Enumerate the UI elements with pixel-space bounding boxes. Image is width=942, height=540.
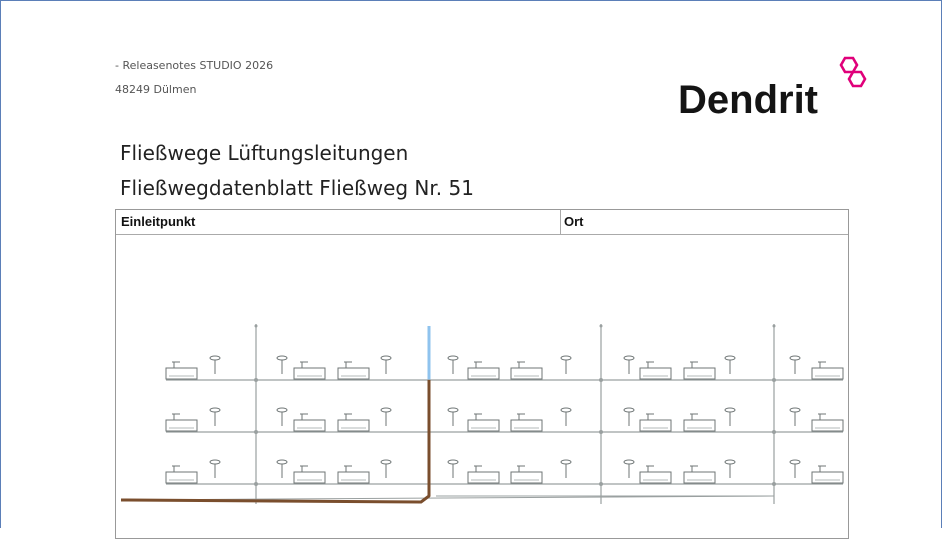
bathtub-icon [639, 419, 672, 432]
bathtub-icon [639, 367, 672, 380]
junction [772, 482, 776, 486]
junction [599, 378, 603, 382]
company-logo: Dendrit [678, 56, 868, 126]
bathtub-icon [683, 471, 716, 484]
page-title: Fließwege Lüftungsleitungen [120, 141, 409, 165]
table-header: Einleitpunkt Ort [116, 210, 848, 235]
sink-icon [724, 459, 736, 465]
sink-icon [560, 407, 572, 413]
bathtub-icon [165, 471, 198, 484]
bathtub-icon [467, 471, 500, 484]
bathtub-icon [337, 419, 370, 432]
header-release-line: - Releasenotes STUDIO 2026 [115, 59, 274, 72]
bathtub-icon [293, 367, 326, 380]
bathtub-icon [293, 419, 326, 432]
column-header-ort: Ort [564, 214, 584, 229]
logo-text: Dendrit [678, 78, 818, 122]
sink-icon [380, 355, 392, 361]
bathtub-icon [811, 419, 844, 432]
sink-icon [447, 355, 459, 361]
sink-icon [209, 459, 221, 465]
column-header-einleitpunkt: Einleitpunkt [121, 214, 196, 229]
sink-icon [209, 355, 221, 361]
bathtub-icon [811, 471, 844, 484]
bathtub-icon [165, 367, 198, 380]
bathtub-icon [337, 367, 370, 380]
junction [772, 430, 776, 434]
bathtub-icon [467, 419, 500, 432]
bathtub-icon [683, 367, 716, 380]
sink-icon [789, 459, 801, 465]
bathtub-icon [639, 471, 672, 484]
sink-icon [560, 459, 572, 465]
sink-icon [380, 407, 392, 413]
bathtub-icon [467, 367, 500, 380]
junction [772, 378, 776, 382]
bathtub-icon [510, 471, 543, 484]
sink-icon [623, 355, 635, 361]
sink-icon [276, 459, 288, 465]
sink-icon [724, 407, 736, 413]
bathtub-icon [510, 367, 543, 380]
sink-icon [380, 459, 392, 465]
sink-icon [447, 407, 459, 413]
sink-icon [623, 459, 635, 465]
sink-icon [789, 355, 801, 361]
riser-cap [254, 324, 258, 328]
sink-icon [560, 355, 572, 361]
sink-icon [276, 355, 288, 361]
sink-icon [789, 407, 801, 413]
junction [254, 430, 258, 434]
junction [254, 482, 258, 486]
riser-cap [772, 324, 776, 328]
data-table: Einleitpunkt Ort [115, 209, 849, 539]
sink-icon [447, 459, 459, 465]
sink-icon [623, 407, 635, 413]
junction [599, 430, 603, 434]
bathtub-icon [165, 419, 198, 432]
riser-cap [599, 324, 603, 328]
flow-path-diagram [120, 324, 844, 504]
page-subtitle: Fließwegdatenblatt Fließweg Nr. 51 [120, 176, 474, 200]
sink-icon [209, 407, 221, 413]
bathtub-icon [683, 419, 716, 432]
junction [254, 378, 258, 382]
hexagon-logo-icon [839, 56, 867, 88]
header-location-line: 48249 Dülmen [115, 83, 197, 96]
sink-icon [276, 407, 288, 413]
bathtub-icon [293, 471, 326, 484]
junction [599, 482, 603, 486]
column-divider [560, 210, 561, 234]
bathtub-icon [811, 367, 844, 380]
bathtub-icon [337, 471, 370, 484]
bathtub-icon [510, 419, 543, 432]
sink-icon [724, 355, 736, 361]
